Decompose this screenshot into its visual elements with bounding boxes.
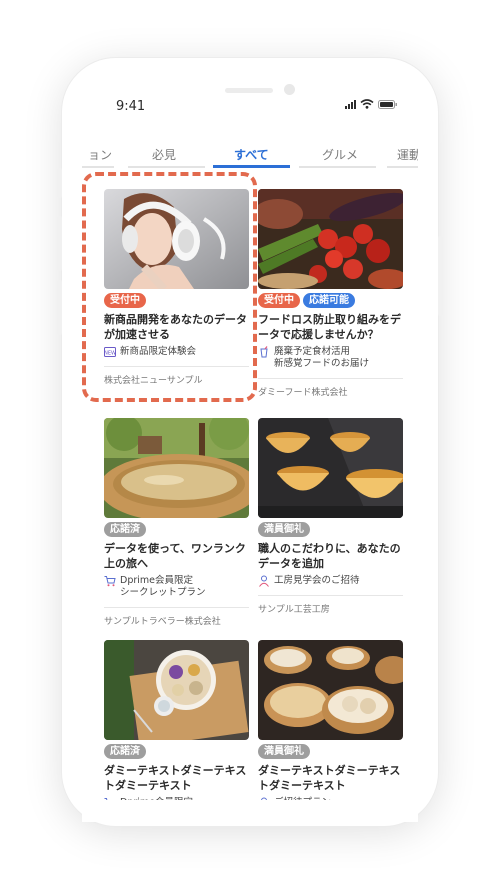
card-badges: 受付中 応諾可能: [258, 293, 403, 308]
wifi-icon: [360, 99, 374, 109]
card-image-onsen: [104, 418, 249, 518]
card-badges: 満員御礼: [258, 744, 403, 759]
card-badges: 応諾済: [104, 744, 249, 759]
card-divider: [104, 607, 249, 608]
campaign-card[interactable]: 応諾済 ダミーテキストダミーテキストダミーテキスト Dprime会員限定: [104, 640, 249, 809]
screen-bottom-fade: [82, 800, 418, 822]
cup-icon: [260, 346, 268, 358]
tab-underline: [387, 166, 418, 168]
campaign-card[interactable]: 満員御礼 ダミーテキストダミーテキストダミーテキスト ご招待プラン: [258, 640, 403, 809]
tab-sports[interactable]: 運動: [397, 146, 418, 163]
card-company: サンプル工芸工房: [258, 605, 330, 615]
card-meta-text: 廃棄予定食材活用 新感覚フードのお届け: [274, 346, 370, 369]
tab-underline: [128, 166, 205, 168]
campaign-card[interactable]: 応諾済 データを使って、ワンランク上の旅へ Dprime会員限定 シークレットプ…: [104, 418, 249, 627]
card-image-pottery: [258, 418, 403, 518]
phone-side-button: [57, 216, 62, 271]
phone-side-button: [57, 168, 62, 198]
card-divider: [258, 595, 403, 596]
card-divider: [258, 378, 403, 379]
card-badges: 満員御礼: [258, 522, 403, 537]
card-meta: Dprime会員限定 シークレットプラン: [104, 575, 249, 599]
card-meta: 廃棄予定食材活用 新感覚フードのお届け: [258, 346, 403, 370]
card-meta-text: 工房見学会のご招待: [274, 575, 360, 586]
status-badge: 受付中: [258, 293, 300, 308]
campaign-card[interactable]: 満員御礼 職人のこだわりに、あなたのデータを追加 工房見学会のご招待 サンプル工…: [258, 418, 403, 615]
phone-side-button: [57, 280, 62, 335]
signal-icon: [345, 99, 356, 109]
person-icon: [259, 575, 269, 587]
card-company: サンプルトラベラー株式会社: [104, 617, 221, 627]
tab-gourmet[interactable]: グルメ: [322, 146, 358, 163]
cart-icon: [104, 576, 116, 587]
phone-speaker: [225, 88, 273, 93]
card-title: ダミーテキストダミーテキストダミーテキスト: [104, 764, 247, 792]
battery-icon: [378, 99, 397, 109]
status-icons: [345, 99, 398, 109]
tab-underline: [82, 166, 114, 168]
tab-all[interactable]: すべて: [234, 146, 269, 163]
status-badge: 応諾済: [104, 744, 146, 759]
card-title: データを使って、ワンランク上の旅へ: [104, 542, 246, 570]
card-image-bowl: [104, 640, 249, 740]
card-image-vegetables: [258, 189, 403, 289]
card-badges: 応諾済: [104, 522, 249, 537]
status-badge: 応諾済: [104, 522, 146, 537]
tab-must-see[interactable]: 必見: [152, 146, 176, 163]
phone-camera: [284, 84, 295, 95]
status-time: 9:41: [116, 99, 146, 114]
tab-underline-active: [213, 165, 290, 168]
card-image-dimsum: [258, 640, 403, 740]
card-company: ダミーフード株式会社: [258, 388, 348, 398]
status-badge: 満員御礼: [258, 522, 310, 537]
highlight-frame: [82, 172, 257, 402]
tab-underline: [299, 166, 376, 168]
card-title: 職人のこだわりに、あなたのデータを追加: [258, 542, 401, 570]
phone-side-button: [438, 236, 443, 316]
card-title: ダミーテキストダミーテキストダミーテキスト: [258, 764, 401, 792]
card-meta-text: Dprime会員限定 シークレットプラン: [120, 575, 206, 598]
category-tabs: ョン 必見 すべて グルメ 運動: [82, 146, 418, 172]
tab-option[interactable]: ョン: [88, 146, 112, 163]
status-badge: 応諾可能: [303, 293, 355, 308]
card-meta: 工房見学会のご招待: [258, 575, 403, 587]
campaign-card[interactable]: 受付中 応諾可能 フードロス防止取り組みをデータで応援しませんか？ 廃棄予定食材…: [258, 189, 403, 398]
status-badge: 満員御礼: [258, 744, 310, 759]
card-title: フードロス防止取り組みをデータで応援しませんか？: [258, 313, 401, 341]
